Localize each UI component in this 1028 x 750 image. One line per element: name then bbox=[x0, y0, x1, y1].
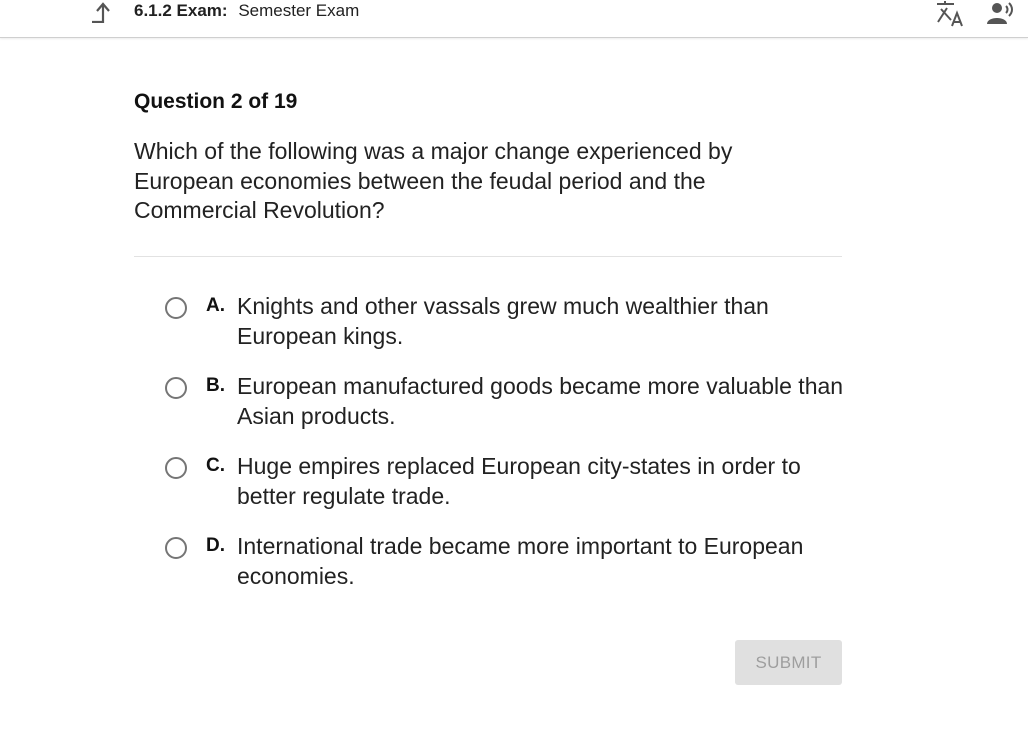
lesson-type: Exam: bbox=[176, 1, 228, 20]
option-text: Knights and other vassals grew much weal… bbox=[237, 293, 769, 349]
radio-button[interactable] bbox=[165, 537, 187, 559]
option-letter: A. bbox=[206, 295, 225, 316]
radio-button[interactable] bbox=[165, 297, 187, 319]
lesson-code: 6.1.2 bbox=[134, 1, 172, 20]
option-text: International trade became more importan… bbox=[237, 533, 804, 589]
read-aloud-button[interactable] bbox=[984, 0, 1018, 28]
lesson-title: Semester Exam bbox=[238, 1, 360, 20]
divider bbox=[134, 256, 842, 257]
back-arrow-icon bbox=[92, 2, 110, 23]
radio-button[interactable] bbox=[165, 457, 187, 479]
question-counter: Question 2 of 19 bbox=[134, 90, 298, 113]
read-aloud-icon bbox=[987, 2, 1013, 24]
option-text: Huge empires replaced European city-stat… bbox=[237, 453, 801, 509]
option-text: European manufactured goods became more … bbox=[237, 373, 844, 429]
option-letter: B. bbox=[206, 375, 225, 396]
answer-option-d[interactable]: D. International trade became more impor… bbox=[160, 532, 850, 596]
translate-button[interactable] bbox=[934, 0, 966, 28]
back-button[interactable] bbox=[88, 0, 114, 24]
option-letter: D. bbox=[206, 535, 225, 556]
answer-option-b[interactable]: B. European manufactured goods became mo… bbox=[160, 372, 850, 436]
translate-icon bbox=[937, 1, 963, 27]
top-bar: 6.1.2 Exam: Semester Exam bbox=[0, 0, 1028, 38]
option-letter: C. bbox=[206, 455, 225, 476]
question-text: Which of the following was a major chang… bbox=[134, 138, 733, 223]
submit-button[interactable]: SUBMIT bbox=[735, 640, 842, 685]
answer-option-a[interactable]: A. Knights and other vassals grew much w… bbox=[160, 292, 850, 356]
radio-button[interactable] bbox=[165, 377, 187, 399]
breadcrumb: 6.1.2 Exam: Semester Exam bbox=[134, 1, 359, 21]
answer-option-c[interactable]: C. Huge empires replaced European city-s… bbox=[160, 452, 850, 516]
